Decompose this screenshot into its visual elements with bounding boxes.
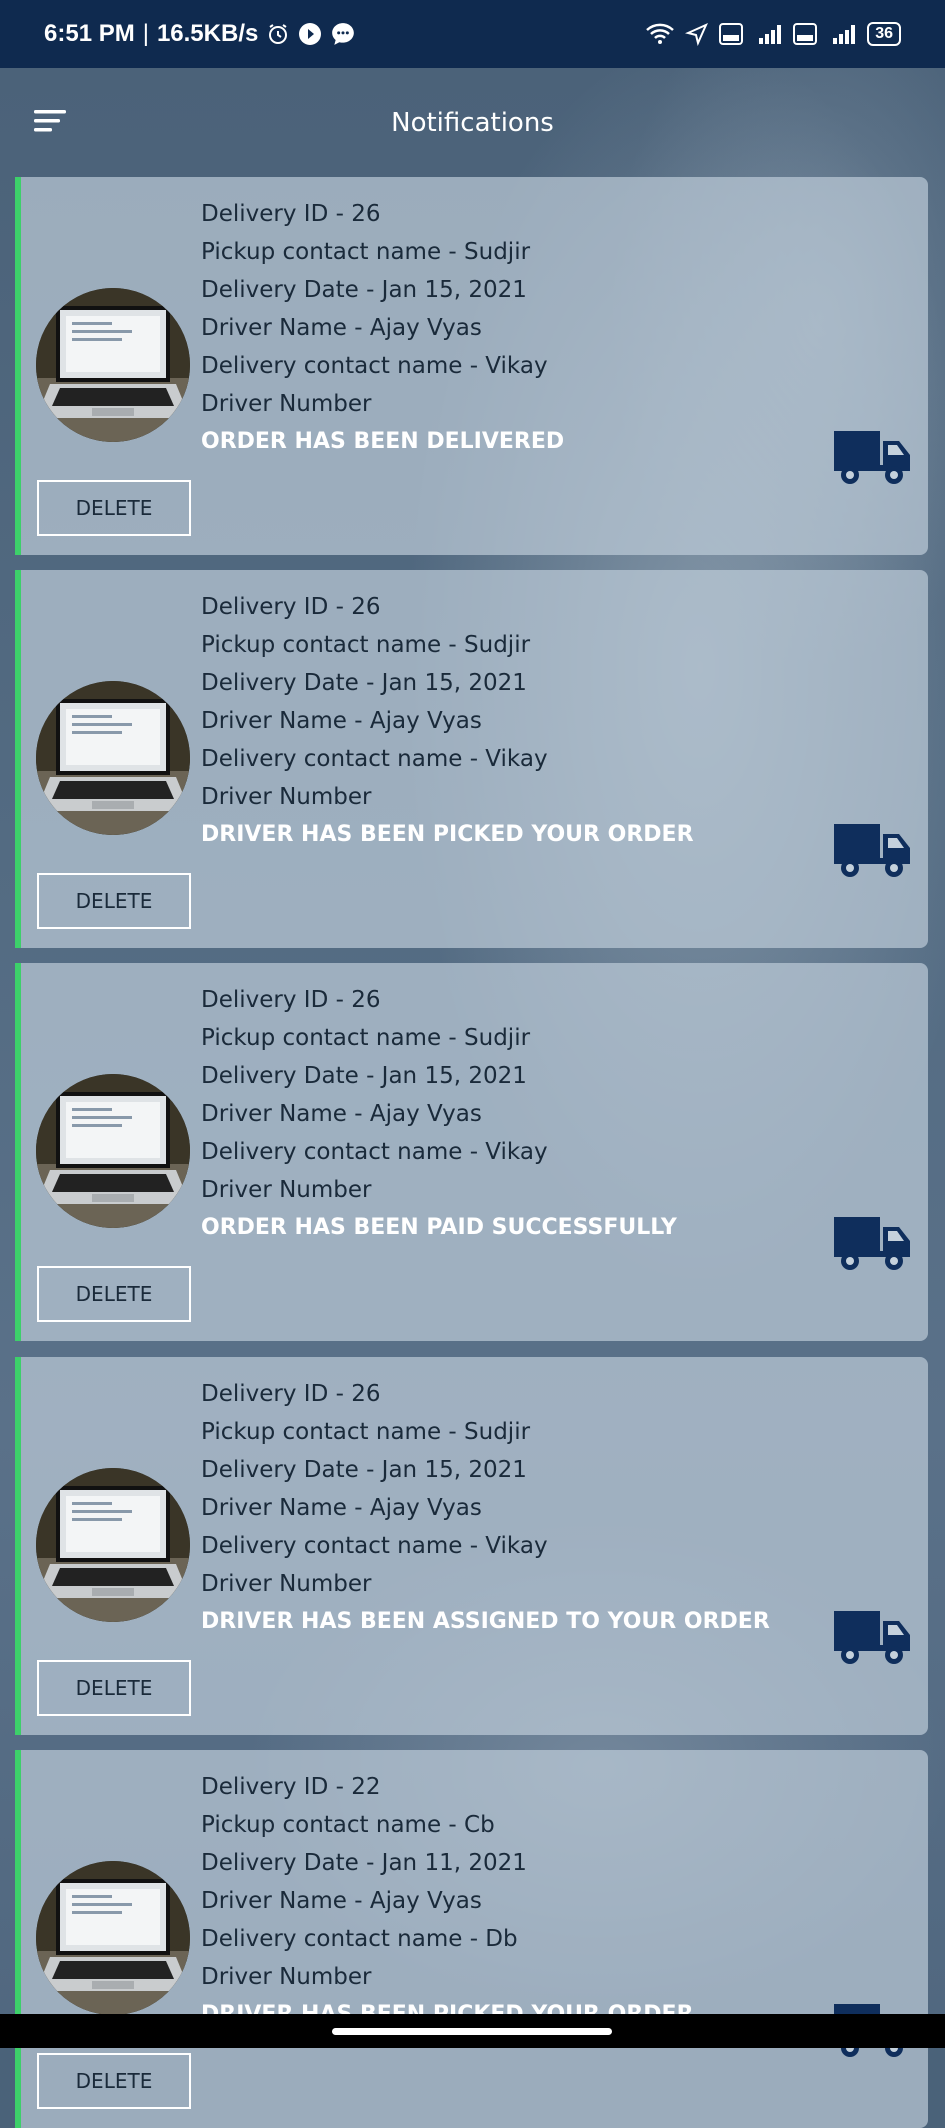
system-nav-bar <box>0 2014 945 2048</box>
delivery-contact-name: Delivery contact name - Vikay <box>201 1139 548 1165</box>
status-bar: 6:51 PM | 16.5KB/s 36 <box>0 0 945 68</box>
driver-number: Driver Number <box>201 1571 372 1597</box>
pickup-contact-name: Pickup contact name - Sudjir <box>201 632 531 658</box>
driver-name: Driver Name - Ajay Vyas <box>201 708 482 734</box>
volte-icon <box>719 22 744 46</box>
delivery-contact-name: Delivery contact name - Db <box>201 1926 518 1952</box>
delete-button[interactable]: DELETE <box>37 480 191 536</box>
battery-level: 36 <box>867 22 901 46</box>
driver-name: Driver Name - Ajay Vyas <box>201 1101 482 1127</box>
page-title: Notifications <box>391 108 554 138</box>
delivery-date: Delivery Date - Jan 15, 2021 <box>201 1063 527 1089</box>
driver-number: Driver Number <box>201 1177 372 1203</box>
delivery-details: Delivery ID - 26 Pickup contact name - S… <box>201 981 677 1247</box>
volte-icon-2 <box>793 22 818 46</box>
status-divider: | <box>142 20 149 47</box>
notification-card-2: Delivery ID - 26 Pickup contact name - S… <box>15 570 928 948</box>
home-gesture-bar[interactable] <box>332 2028 612 2035</box>
notification-card-1: Delivery ID - 26 Pickup contact name - S… <box>15 177 928 555</box>
order-status: DRIVER HAS BEEN PICKED YOUR ORDER <box>201 822 694 847</box>
laptop-thumbnail-image <box>36 1861 190 2015</box>
driver-name: Driver Name - Ajay Vyas <box>201 315 482 341</box>
delete-button[interactable]: DELETE <box>37 2053 191 2109</box>
delivery-contact-name: Delivery contact name - Vikay <box>201 1533 548 1559</box>
driver-name: Driver Name - Ajay Vyas <box>201 1888 482 1914</box>
driver-number: Driver Number <box>201 391 372 417</box>
laptop-thumbnail-image <box>36 681 190 835</box>
delivery-date: Delivery Date - Jan 15, 2021 <box>201 670 527 696</box>
signal-icon-1 <box>753 22 783 46</box>
notification-card-4: Delivery ID - 26 Pickup contact name - S… <box>15 1357 928 1735</box>
truck-icon <box>834 429 912 487</box>
notification-card-5: Delivery ID - 22 Pickup contact name - C… <box>15 1750 928 2128</box>
menu-icon[interactable] <box>34 108 68 134</box>
delivery-contact-name: Delivery contact name - Vikay <box>201 353 548 379</box>
truck-icon <box>834 1215 912 1273</box>
pickup-contact-name: Pickup contact name - Cb <box>201 1812 495 1838</box>
delivery-details: Delivery ID - 26 Pickup contact name - S… <box>201 1375 770 1641</box>
order-status: ORDER HAS BEEN PAID SUCCESSFULLY <box>201 1215 677 1240</box>
truck-icon <box>834 822 912 880</box>
laptop-thumbnail-image <box>36 288 190 442</box>
driver-number: Driver Number <box>201 1964 372 1990</box>
driver-name: Driver Name - Ajay Vyas <box>201 1495 482 1521</box>
delivery-id: Delivery ID - 26 <box>201 1381 381 1407</box>
wifi-icon <box>645 22 675 46</box>
laptop-thumbnail-image <box>36 1468 190 1622</box>
play-icon <box>298 22 322 46</box>
notification-card-3: Delivery ID - 26 Pickup contact name - S… <box>15 963 928 1341</box>
delivery-details: Delivery ID - 22 Pickup contact name - C… <box>201 1768 694 2034</box>
network-speed: 16.5KB/s <box>156 20 259 47</box>
order-status: DRIVER HAS BEEN ASSIGNED TO YOUR ORDER <box>201 1609 770 1634</box>
delivery-details: Delivery ID - 26 Pickup contact name - S… <box>201 588 694 854</box>
chat-icon <box>330 21 356 47</box>
laptop-thumbnail-image <box>36 1074 190 1228</box>
delivery-contact-name: Delivery contact name - Vikay <box>201 746 548 772</box>
pickup-contact-name: Pickup contact name - Sudjir <box>201 1025 531 1051</box>
delivery-id: Delivery ID - 22 <box>201 1774 381 1800</box>
delivery-date: Delivery Date - Jan 15, 2021 <box>201 277 527 303</box>
pickup-contact-name: Pickup contact name - Sudjir <box>201 1419 531 1445</box>
delivery-id: Delivery ID - 26 <box>201 201 381 227</box>
delete-button[interactable]: DELETE <box>37 1660 191 1716</box>
delivery-id: Delivery ID - 26 <box>201 987 381 1013</box>
driver-number: Driver Number <box>201 784 372 810</box>
delivery-date: Delivery Date - Jan 15, 2021 <box>201 1457 527 1483</box>
alarm-icon <box>266 22 290 46</box>
pickup-contact-name: Pickup contact name - Sudjir <box>201 239 531 265</box>
order-status: ORDER HAS BEEN DELIVERED <box>201 429 565 454</box>
status-time: 6:51 PM <box>44 20 135 47</box>
location-icon <box>685 22 709 46</box>
delivery-date: Delivery Date - Jan 11, 2021 <box>201 1850 527 1876</box>
app-bar: Notifications <box>0 68 945 178</box>
delete-button[interactable]: DELETE <box>37 873 191 929</box>
truck-icon <box>834 1609 912 1667</box>
delivery-details: Delivery ID - 26 Pickup contact name - S… <box>201 195 564 461</box>
delete-button[interactable]: DELETE <box>37 1266 191 1322</box>
signal-icon-2 <box>827 22 857 46</box>
delivery-id: Delivery ID - 26 <box>201 594 381 620</box>
